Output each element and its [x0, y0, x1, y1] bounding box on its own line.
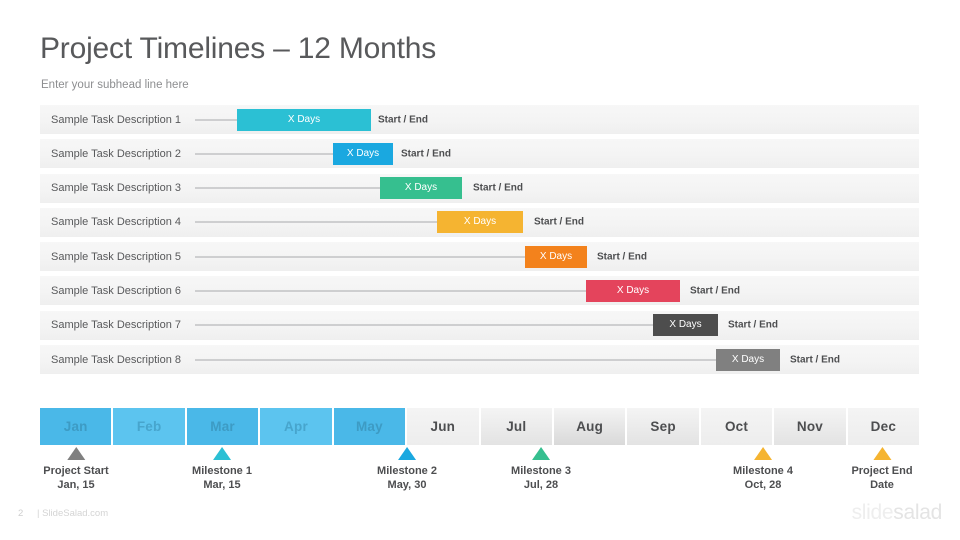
duration-bar[interactable]: X Days	[437, 211, 523, 234]
task-label: Sample Task Description 2	[51, 147, 182, 160]
milestone-date: Date	[870, 479, 894, 491]
start-end-label: Start / End	[401, 148, 452, 160]
gantt-row[interactable]: Sample Task Description 4 X Days Start / E…	[40, 207, 919, 237]
milestone-name: Milestone 3	[511, 465, 571, 477]
month-cell-jan[interactable]: Jan	[40, 408, 112, 445]
month-cell-nov[interactable]: Nov	[774, 408, 846, 445]
month-cell-oct[interactable]: Oct	[700, 408, 773, 445]
page-title: Project Timelines – 12 Months	[40, 32, 437, 65]
slidesalad-logo: slidesalad	[851, 501, 943, 525]
start-end-label: Start / End	[534, 216, 585, 228]
footer-site-label: | SlideSalad.com	[37, 508, 109, 519]
month-cell-may[interactable]: May	[333, 408, 406, 445]
gantt-connector-line	[195, 290, 586, 292]
milestone[interactable]: Milestone 3 Jul, 28	[511, 447, 571, 492]
milestone-name: Milestone 4	[733, 465, 793, 477]
month-timeline: Jan Feb Mar Apr May Jun Jul Aug Sep Oct Nov Dec	[40, 408, 920, 445]
month-cell-jun[interactable]: Jun	[407, 408, 479, 445]
month-cell-aug[interactable]: Aug	[553, 408, 626, 445]
duration-bar[interactable]: X Days	[653, 314, 718, 337]
milestone[interactable]: Project End Date	[851, 447, 913, 492]
page-subhead: Enter your subhead line here	[41, 79, 189, 91]
start-end-label: Start / End	[790, 354, 841, 366]
gantt-connector-line	[195, 119, 237, 120]
triangle-marker-icon	[873, 447, 891, 460]
month-cell-apr[interactable]: Apr	[260, 408, 332, 445]
logo-text-slide: slide	[851, 501, 894, 524]
task-label: Sample Task Description 7	[51, 319, 182, 332]
milestone-date: Oct, 28	[744, 479, 782, 491]
gantt-connector-line	[195, 187, 380, 189]
month-cell-mar[interactable]: Mar	[186, 408, 259, 445]
gantt-connector-line	[195, 359, 716, 361]
start-end-label: Start / End	[597, 251, 648, 263]
gantt-row[interactable]: Sample Task Description 3 X Days Start / E…	[40, 173, 919, 203]
triangle-marker-icon	[754, 447, 772, 460]
milestone-date: Mar, 15	[203, 479, 241, 491]
gantt-row[interactable]: Sample Task Description 2 X Days Start / E…	[40, 139, 919, 169]
gantt-row[interactable]: Sample Task Description 1 X Days Start / E…	[40, 105, 919, 134]
gantt-connector-line	[195, 256, 525, 258]
duration-bar[interactable]: X Days	[380, 177, 462, 200]
milestone[interactable]: Project Start Jan, 15	[43, 447, 109, 492]
month-cell-jul[interactable]: Jul	[480, 408, 552, 445]
gantt-chart: Sample Task Description 1 X Days Start / E…	[40, 105, 919, 379]
slide-number: 2	[18, 508, 24, 519]
logo-text-salad: salad	[893, 501, 942, 524]
milestone-name: Milestone 1	[192, 465, 252, 477]
gantt-row[interactable]: Sample Task Description 8 X Days Start / E…	[40, 345, 919, 375]
duration-bar[interactable]: X Days	[333, 142, 393, 165]
month-cell-feb[interactable]: Feb	[113, 408, 185, 445]
task-label: Sample Task Description 1	[51, 113, 182, 126]
task-label: Sample Task Description 8	[51, 353, 182, 366]
triangle-marker-icon	[398, 447, 416, 460]
milestone[interactable]: Milestone 1 Mar, 15	[192, 447, 252, 492]
milestone-name: Milestone 2	[377, 465, 437, 477]
start-end-label: Start / End	[728, 319, 779, 331]
gantt-connector-line	[195, 324, 653, 326]
start-end-label: Start / End	[473, 182, 524, 194]
duration-bar[interactable]: X Days	[525, 245, 587, 268]
gantt-connector-line	[195, 221, 437, 223]
triangle-marker-icon	[213, 447, 231, 460]
milestone-group: Project Start Jan, 15 Milestone 1 Mar, 15 Mi…	[0, 447, 960, 517]
gantt-row[interactable]: Sample Task Description 6 X Days Start / E…	[40, 276, 919, 306]
milestone-name: Project End	[851, 465, 913, 477]
gantt-connector-line	[195, 153, 333, 155]
task-label: Sample Task Description 3	[51, 182, 182, 195]
start-end-label: Start / End	[690, 285, 741, 297]
start-end-label: Start / End	[378, 114, 429, 125]
triangle-marker-icon	[66, 447, 85, 460]
duration-bar[interactable]: X Days	[586, 279, 680, 302]
milestone-date: Jul, 28	[523, 479, 559, 491]
triangle-marker-icon	[532, 447, 550, 460]
duration-bar[interactable]: X Days	[237, 108, 371, 131]
milestone[interactable]: Milestone 4 Oct, 28	[733, 447, 793, 492]
duration-bar[interactable]: X Days	[716, 348, 780, 371]
gantt-row[interactable]: Sample Task Description 5 X Days Start / E…	[40, 242, 919, 272]
task-label: Sample Task Description 6	[51, 284, 182, 297]
milestone-date: Jan, 15	[57, 479, 95, 491]
month-cell-sep[interactable]: Sep	[627, 408, 699, 445]
month-cell-dec[interactable]: Dec	[847, 408, 920, 445]
milestone-name: Project Start	[43, 465, 109, 477]
milestone-date: May, 30	[387, 479, 427, 491]
gantt-row[interactable]: Sample Task Description 7 X Days Start / E…	[40, 310, 919, 340]
milestone[interactable]: Milestone 2 May, 30	[377, 447, 437, 492]
task-label: Sample Task Description 5	[51, 250, 182, 263]
task-label: Sample Task Description 4	[51, 216, 182, 229]
